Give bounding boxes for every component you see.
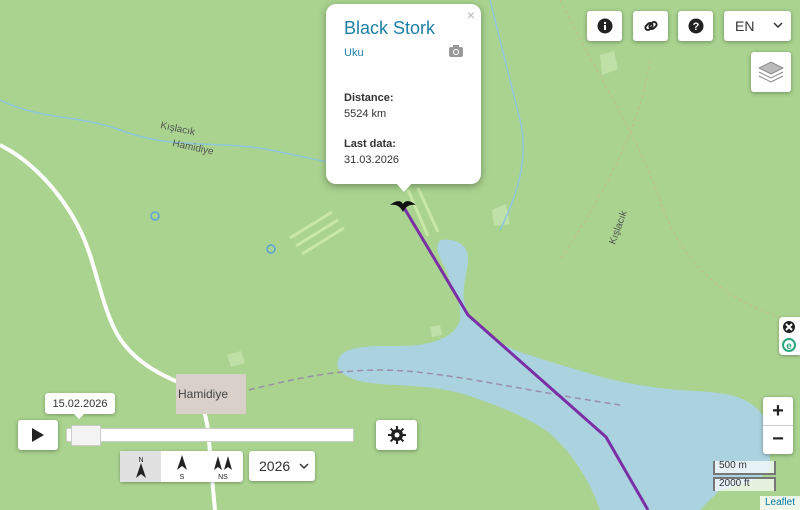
link-button[interactable] — [633, 11, 668, 41]
scale-imperial: 2000 ft — [713, 477, 776, 491]
svg-text:NS: NS — [218, 474, 228, 480]
gear-icon — [387, 426, 406, 444]
scale-metric: 500 m — [713, 461, 776, 475]
attribution-link[interactable]: Leaflet — [759, 496, 800, 510]
svg-text:N: N — [138, 457, 143, 464]
settings-button[interactable] — [376, 420, 417, 450]
chevron-down-icon — [773, 22, 783, 29]
link-icon — [643, 20, 658, 32]
north-button[interactable]: N — [120, 451, 161, 482]
svg-text:?: ? — [692, 21, 699, 33]
place-label-hamidiye: Hamidiye — [178, 387, 228, 401]
svg-text:e: e — [786, 341, 792, 352]
last-data-value: 31.03.2026 — [344, 154, 400, 166]
timeline-slider-handle[interactable] — [71, 425, 102, 446]
north-south-button[interactable]: NS — [202, 451, 243, 482]
year-select[interactable]: 2026 — [249, 451, 315, 481]
camera-icon[interactable] — [449, 45, 463, 57]
north-arrow-icon: N — [135, 457, 146, 478]
south-arrow-icon: S — [176, 454, 187, 480]
play-icon — [32, 428, 44, 442]
bird-popup: Black Stork × Uku Distance: 5524 km Last… — [326, 4, 481, 184]
chevron-down-icon — [299, 463, 309, 470]
hemisphere-toggle-group: N S NS — [120, 451, 243, 482]
zoom-control: + − — [763, 397, 793, 454]
popup-close-button[interactable]: × — [467, 7, 475, 23]
zoom-out-button[interactable]: − — [763, 425, 793, 453]
north-south-arrow-icon: NS — [213, 455, 232, 480]
year-value: 2026 — [259, 458, 291, 474]
popup-tip — [395, 182, 413, 192]
timeline-slider[interactable] — [66, 428, 354, 442]
layers-icon — [758, 61, 784, 83]
last-data-label: Last data: — [344, 138, 396, 150]
timeline-date-tooltip: 15.02.2026 — [45, 393, 115, 414]
language-value: EN — [735, 18, 755, 34]
info-icon — [597, 18, 612, 34]
side-widget[interactable]: e — [779, 317, 800, 355]
zoom-in-button[interactable]: + — [763, 397, 793, 425]
bird-name-link[interactable]: Uku — [344, 47, 364, 59]
info-button[interactable] — [587, 11, 622, 41]
popup-title: Black Stork — [344, 18, 436, 38]
layers-button[interactable] — [751, 52, 791, 92]
play-button[interactable] — [18, 420, 58, 450]
svg-text:S: S — [179, 474, 184, 480]
help-icon: ? — [688, 18, 703, 34]
south-button[interactable]: S — [161, 451, 202, 482]
language-select[interactable]: EN — [724, 11, 791, 41]
distance-value: 5524 km — [344, 108, 387, 120]
side-widget-icons: e — [782, 321, 796, 352]
tooltip-arrow — [74, 414, 84, 419]
distance-label: Distance: — [344, 92, 394, 104]
help-button[interactable]: ? — [678, 11, 713, 41]
